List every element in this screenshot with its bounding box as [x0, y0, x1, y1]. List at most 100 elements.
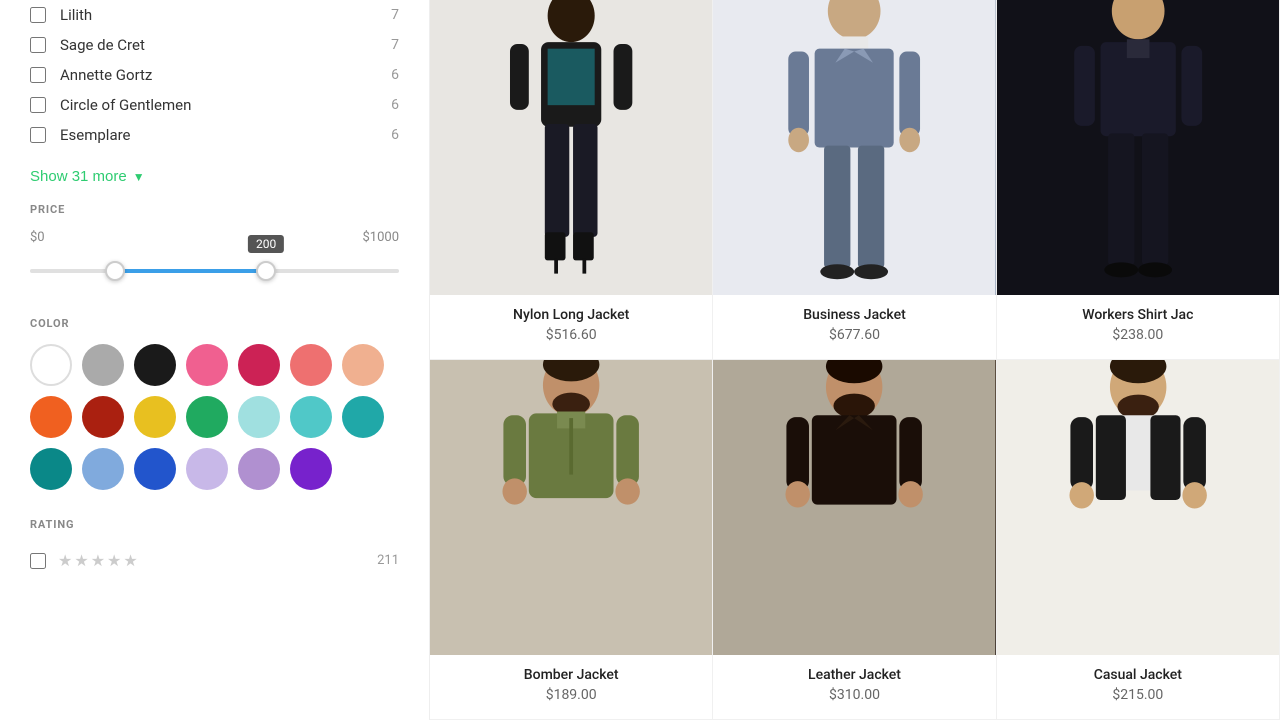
color-swatch-crimson[interactable]: [238, 344, 280, 386]
product-name: Business Jacket: [729, 307, 979, 323]
slider-thumb-max[interactable]: 200: [256, 261, 276, 281]
filter-sidebar: Lilith 7 Sage de Cret 7 Annette Gortz 6 …: [0, 0, 430, 720]
product-image: [713, 0, 995, 295]
product-name: Nylon Long Jacket: [446, 307, 696, 323]
brand-count: 6: [391, 67, 399, 83]
product-info: Casual Jacket $215.00: [997, 655, 1279, 719]
slider-fill: [115, 269, 266, 273]
brand-name: Lilith: [60, 6, 383, 24]
product-image: [430, 360, 712, 655]
brand-checkbox[interactable]: [30, 127, 46, 143]
rating-count: 211: [377, 553, 399, 568]
color-swatch-lavender[interactable]: [186, 448, 228, 490]
brand-checkbox[interactable]: [30, 7, 46, 23]
price-filter-section: PRICE $0 $1000 200: [30, 203, 399, 289]
product-name: Workers Shirt Jac: [1013, 307, 1263, 323]
product-grid: Nylon Long Jacket $516.60: [430, 0, 1280, 720]
brand-checkbox[interactable]: [30, 37, 46, 53]
price-tooltip: 200: [248, 235, 284, 253]
product-price: $238.00: [1013, 327, 1263, 343]
color-swatch-light-cyan[interactable]: [238, 396, 280, 438]
color-swatch-hot-pink[interactable]: [186, 344, 228, 386]
product-name: Bomber Jacket: [446, 667, 696, 683]
product-card[interactable]: Leather Jacket $310.00: [713, 360, 996, 720]
color-swatch-dark-red[interactable]: [82, 396, 124, 438]
color-filter-section: COLOR: [30, 317, 399, 490]
brand-count: 7: [391, 37, 399, 53]
product-card[interactable]: Workers Shirt Jac $238.00: [997, 0, 1280, 360]
product-info: Leather Jacket $310.00: [713, 655, 995, 719]
color-swatch-peach[interactable]: [342, 344, 384, 386]
brand-name: Circle of Gentlemen: [60, 96, 383, 114]
color-swatch-white[interactable]: [30, 344, 72, 386]
product-info: Nylon Long Jacket $516.60: [430, 295, 712, 359]
color-swatch-medium-cyan[interactable]: [290, 396, 332, 438]
color-swatch-teal[interactable]: [342, 396, 384, 438]
product-info: Business Jacket $677.60: [713, 295, 995, 359]
color-swatch-yellow[interactable]: [134, 396, 176, 438]
product-price: $310.00: [729, 687, 979, 703]
product-image: [430, 0, 712, 295]
chevron-down-icon: ▼: [133, 170, 145, 184]
five-star-display: ★ ★ ★ ★ ★: [58, 551, 138, 570]
star-4: ★: [107, 551, 121, 570]
product-image: [997, 0, 1279, 295]
product-price: $677.60: [729, 327, 979, 343]
rating-label: RATING: [30, 518, 399, 531]
brand-name: Annette Gortz: [60, 66, 383, 84]
color-swatch-light-blue[interactable]: [82, 448, 124, 490]
star-2: ★: [74, 551, 88, 570]
brand-checkbox[interactable]: [30, 67, 46, 83]
color-swatch-blue[interactable]: [134, 448, 176, 490]
brand-count: 6: [391, 97, 399, 113]
brand-count: 7: [391, 7, 399, 23]
star-3: ★: [91, 551, 105, 570]
price-range-labels: $0 $1000: [30, 230, 399, 245]
brand-item: Sage de Cret 7: [30, 30, 399, 60]
color-swatch-purple[interactable]: [290, 448, 332, 490]
brand-count: 6: [391, 127, 399, 143]
brand-checkbox[interactable]: [30, 97, 46, 113]
color-swatch-black[interactable]: [134, 344, 176, 386]
brand-item: Lilith 7: [30, 0, 399, 30]
rating-item-5stars: ★ ★ ★ ★ ★ 211: [30, 545, 399, 576]
slider-thumb-min[interactable]: [105, 261, 125, 281]
product-card[interactable]: Casual Jacket $215.00: [997, 360, 1280, 720]
product-price: $189.00: [446, 687, 696, 703]
price-min-label: $0: [30, 230, 45, 245]
product-image: [713, 360, 995, 655]
rating-5-checkbox[interactable]: [30, 553, 46, 569]
color-swatch-salmon[interactable]: [290, 344, 332, 386]
product-card[interactable]: Nylon Long Jacket $516.60: [430, 0, 713, 360]
product-info: Workers Shirt Jac $238.00: [997, 295, 1279, 359]
brand-item: Annette Gortz 6: [30, 60, 399, 90]
color-swatch-dark-teal[interactable]: [30, 448, 72, 490]
color-swatch-green[interactable]: [186, 396, 228, 438]
product-price: $215.00: [1013, 687, 1263, 703]
product-name: Casual Jacket: [1013, 667, 1263, 683]
show-more-brands-button[interactable]: Show 31 more ▼: [30, 160, 145, 203]
rating-filter-section: RATING ★ ★ ★ ★ ★ 211: [30, 518, 399, 576]
star-5: ★: [123, 551, 137, 570]
show-more-label: Show 31 more: [30, 168, 127, 185]
price-label: PRICE: [30, 203, 399, 216]
price-slider[interactable]: 200: [30, 253, 399, 289]
brand-item: Circle of Gentlemen 6: [30, 90, 399, 120]
product-card[interactable]: Business Jacket $677.60: [713, 0, 996, 360]
product-card[interactable]: Bomber Jacket $189.00: [430, 360, 713, 720]
brand-filter-list: Lilith 7 Sage de Cret 7 Annette Gortz 6 …: [30, 0, 399, 150]
product-image: [997, 360, 1279, 655]
color-swatch-lilac[interactable]: [238, 448, 280, 490]
price-max-label: $1000: [362, 230, 399, 245]
color-swatch-orange[interactable]: [30, 396, 72, 438]
color-swatch-grid: [30, 344, 399, 490]
product-name: Leather Jacket: [729, 667, 979, 683]
color-swatch-gray[interactable]: [82, 344, 124, 386]
product-info: Bomber Jacket $189.00: [430, 655, 712, 719]
brand-name: Sage de Cret: [60, 36, 383, 54]
product-price: $516.60: [446, 327, 696, 343]
color-label: COLOR: [30, 317, 399, 330]
brand-name: Esemplare: [60, 126, 383, 144]
star-1: ★: [58, 551, 72, 570]
brand-item: Esemplare 6: [30, 120, 399, 150]
